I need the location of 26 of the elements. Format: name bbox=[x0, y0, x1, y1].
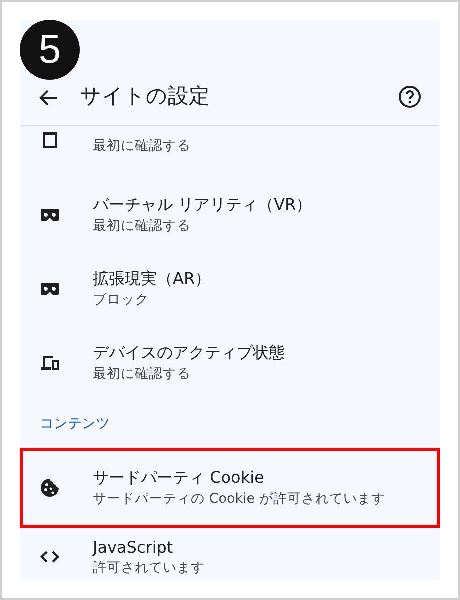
setting-row[interactable]: デバイスのアクティブ状態 最初に確認する bbox=[20, 326, 440, 400]
headset-icon bbox=[40, 208, 60, 222]
section-header: コンテンツ bbox=[40, 416, 110, 432]
setting-status: 最初に確認する bbox=[93, 137, 191, 156]
page-title: サイトの設定 bbox=[80, 83, 211, 109]
code-icon bbox=[40, 550, 60, 564]
setting-title: デバイスのアクティブ状態 bbox=[93, 342, 285, 364]
devices-icon bbox=[40, 355, 60, 371]
setting-row[interactable]: 拡張現実（AR） ブロック bbox=[20, 252, 440, 326]
setting-row[interactable]: バーチャル リアリティ（VR） 最初に確認する bbox=[20, 178, 440, 252]
setting-title: 拡張現実（AR） bbox=[93, 268, 212, 290]
highlighted-setting-row[interactable]: サードパーティ Cookie サードパーティの Cookie が許可されています bbox=[20, 448, 440, 528]
setting-status: 最初に確認する bbox=[93, 217, 192, 236]
setting-title: JavaScript bbox=[93, 537, 174, 559]
setting-status: ブロック bbox=[93, 291, 150, 310]
clipboard-icon bbox=[40, 130, 60, 150]
headset-icon bbox=[40, 282, 60, 296]
help-icon[interactable] bbox=[398, 85, 422, 109]
setting-status: 最初に確認する bbox=[93, 365, 192, 384]
setting-status: サードパーティの Cookie が許可されています bbox=[93, 490, 386, 509]
setting-row[interactable]: 最初に確認する bbox=[20, 125, 440, 178]
setting-status: 許可されています bbox=[93, 559, 205, 577]
setting-title: バーチャル リアリティ（VR） bbox=[93, 194, 312, 216]
setting-row[interactable]: JavaScript 許可されています bbox=[20, 528, 440, 577]
setting-title: サードパーティ Cookie bbox=[93, 467, 266, 489]
cookie-icon bbox=[40, 478, 60, 498]
